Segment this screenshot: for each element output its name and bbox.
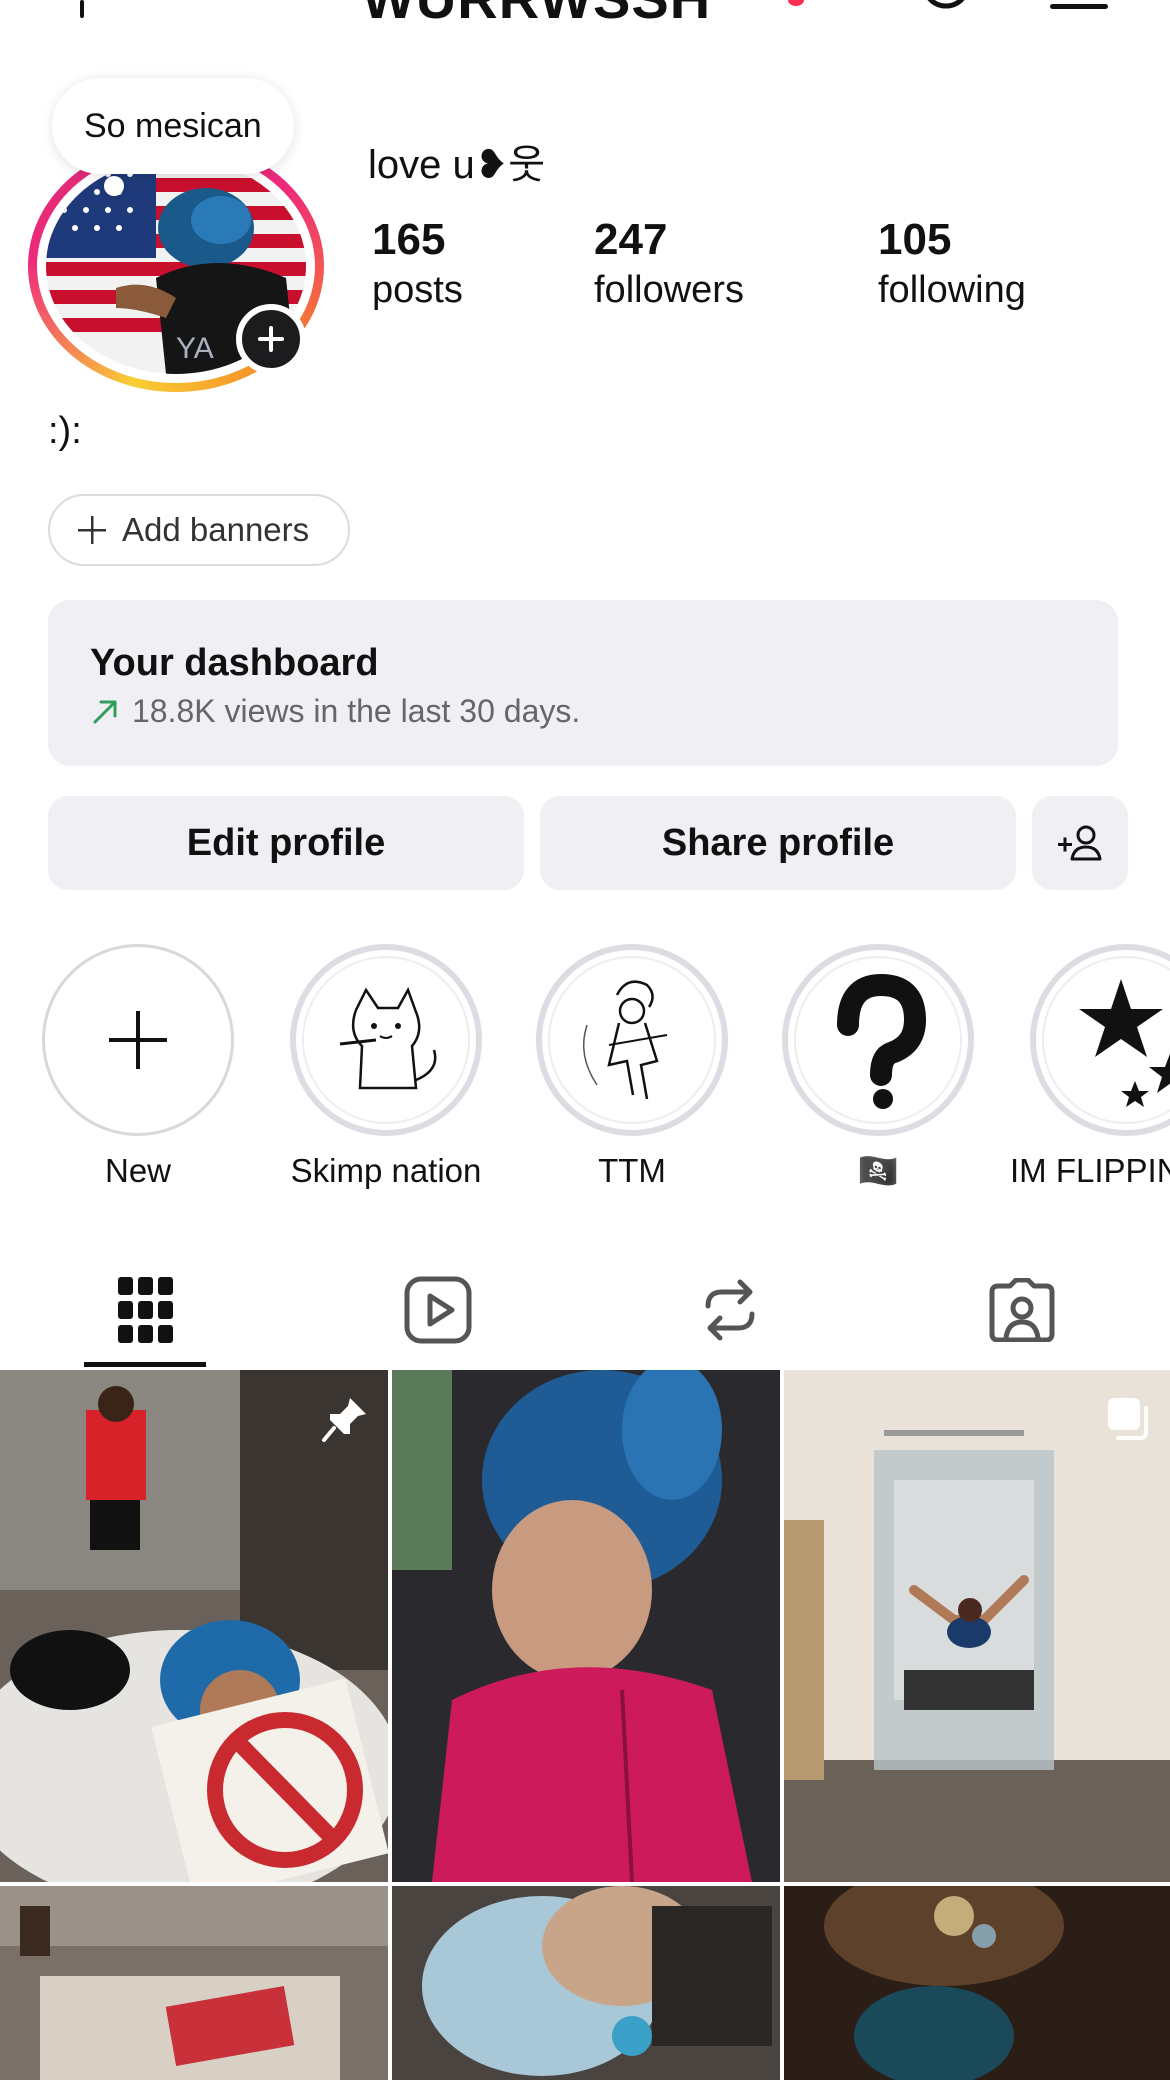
tagged-icon (989, 1278, 1055, 1342)
tab-posts-grid[interactable] (0, 1250, 292, 1370)
spiral-question-mark-icon (837, 973, 927, 1109)
active-tab-indicator (84, 1362, 206, 1367)
highlight-label: Skimp nation (290, 1152, 482, 1189)
multiple-photos-icon (1108, 1398, 1148, 1440)
svg-text:YA: YA (176, 332, 214, 365)
profile-tabs (0, 1250, 1170, 1370)
stat-followers[interactable]: 247 followers (594, 214, 744, 314)
threads-icon[interactable] (918, 0, 974, 20)
tab-tagged[interactable] (876, 1250, 1168, 1370)
stat-label: followers (594, 269, 744, 311)
grid-icon (118, 1277, 173, 1343)
grid-post-4[interactable] (0, 1886, 388, 2080)
highlight-ttm[interactable]: TTM (536, 944, 728, 1190)
stat-label: posts (372, 269, 463, 311)
jester-sketch-icon (582, 980, 668, 1100)
highlight-label: IM FLIPPIN (1010, 1152, 1170, 1189)
plus-icon (109, 1011, 167, 1069)
edit-profile-button[interactable]: Edit profile (48, 796, 524, 890)
dashboard-subtitle: 18.8K views in the last 30 days. (132, 693, 581, 729)
notification-dot (788, 0, 804, 6)
display-name: love u❥웃 (368, 143, 546, 187)
add-person-icon (1058, 825, 1102, 861)
profile-bio: :): (48, 410, 82, 452)
note-tail (104, 176, 124, 196)
dashboard-title: Your dashboard (90, 642, 379, 684)
highlight-im-flippin[interactable]: IM FLIPPIN (1010, 944, 1170, 1190)
plus-icon (78, 516, 106, 544)
posts-grid (0, 1370, 1170, 2080)
edit-profile-label: Edit profile (186, 821, 386, 864)
repost-icon (705, 1279, 755, 1341)
tab-reposts[interactable] (584, 1250, 876, 1370)
stars-icon (1079, 979, 1170, 1107)
add-story-button[interactable] (236, 304, 306, 374)
highlight-circle (290, 944, 482, 1136)
highlight-label: TTM (598, 1152, 666, 1189)
stat-posts[interactable]: 165 posts (372, 214, 463, 314)
highlight-pirate-flag[interactable]: 🏴‍☠️ (782, 944, 974, 1191)
reels-icon (404, 1276, 472, 1344)
stat-label: following (878, 269, 1026, 311)
stat-count: 105 (878, 215, 952, 264)
professional-dashboard[interactable]: Your dashboard 18.8K views in the last 3… (48, 600, 1118, 766)
stat-count: 247 (594, 215, 668, 264)
discover-people-button[interactable] (1032, 796, 1128, 890)
highlight-circle (782, 944, 974, 1136)
trend-up-icon (93, 700, 117, 723)
top-header: WURRWSSH (0, 0, 1170, 40)
grid-post-3[interactable] (784, 1370, 1170, 1882)
grid-post-1[interactable] (0, 1370, 388, 1882)
plus-icon (258, 326, 284, 352)
highlight-circle (536, 944, 728, 1136)
grid-post-5[interactable] (392, 1886, 780, 2080)
menu-icon[interactable] (1050, 0, 1108, 12)
pin-icon (322, 1398, 366, 1442)
grid-post-6[interactable] (784, 1886, 1170, 2080)
add-banners-button[interactable]: Add banners (48, 494, 350, 566)
share-profile-label: Share profile (661, 821, 895, 864)
share-profile-button[interactable]: Share profile (540, 796, 1016, 890)
note-text: So mesican (84, 106, 262, 145)
stat-count: 165 (372, 215, 446, 264)
profile-username[interactable]: WURRWSSH (362, 0, 711, 31)
cat-sketch-icon (339, 986, 437, 1090)
grid-post-2[interactable] (392, 1370, 780, 1882)
highlight-new[interactable]: New (42, 944, 234, 1190)
note-bubble[interactable]: So mesican (52, 78, 294, 174)
back-icon[interactable] (80, 0, 84, 18)
add-banners-label: Add banners (122, 511, 310, 548)
highlight-skimp-nation[interactable]: Skimp nation (290, 944, 482, 1190)
highlight-circle (42, 944, 234, 1136)
highlight-label: 🏴‍☠️ (857, 1152, 899, 1189)
stat-following[interactable]: 105 following (878, 214, 1026, 314)
tab-reels[interactable] (292, 1250, 584, 1370)
highlight-circle (1030, 944, 1170, 1136)
highlight-label: New (104, 1152, 172, 1189)
